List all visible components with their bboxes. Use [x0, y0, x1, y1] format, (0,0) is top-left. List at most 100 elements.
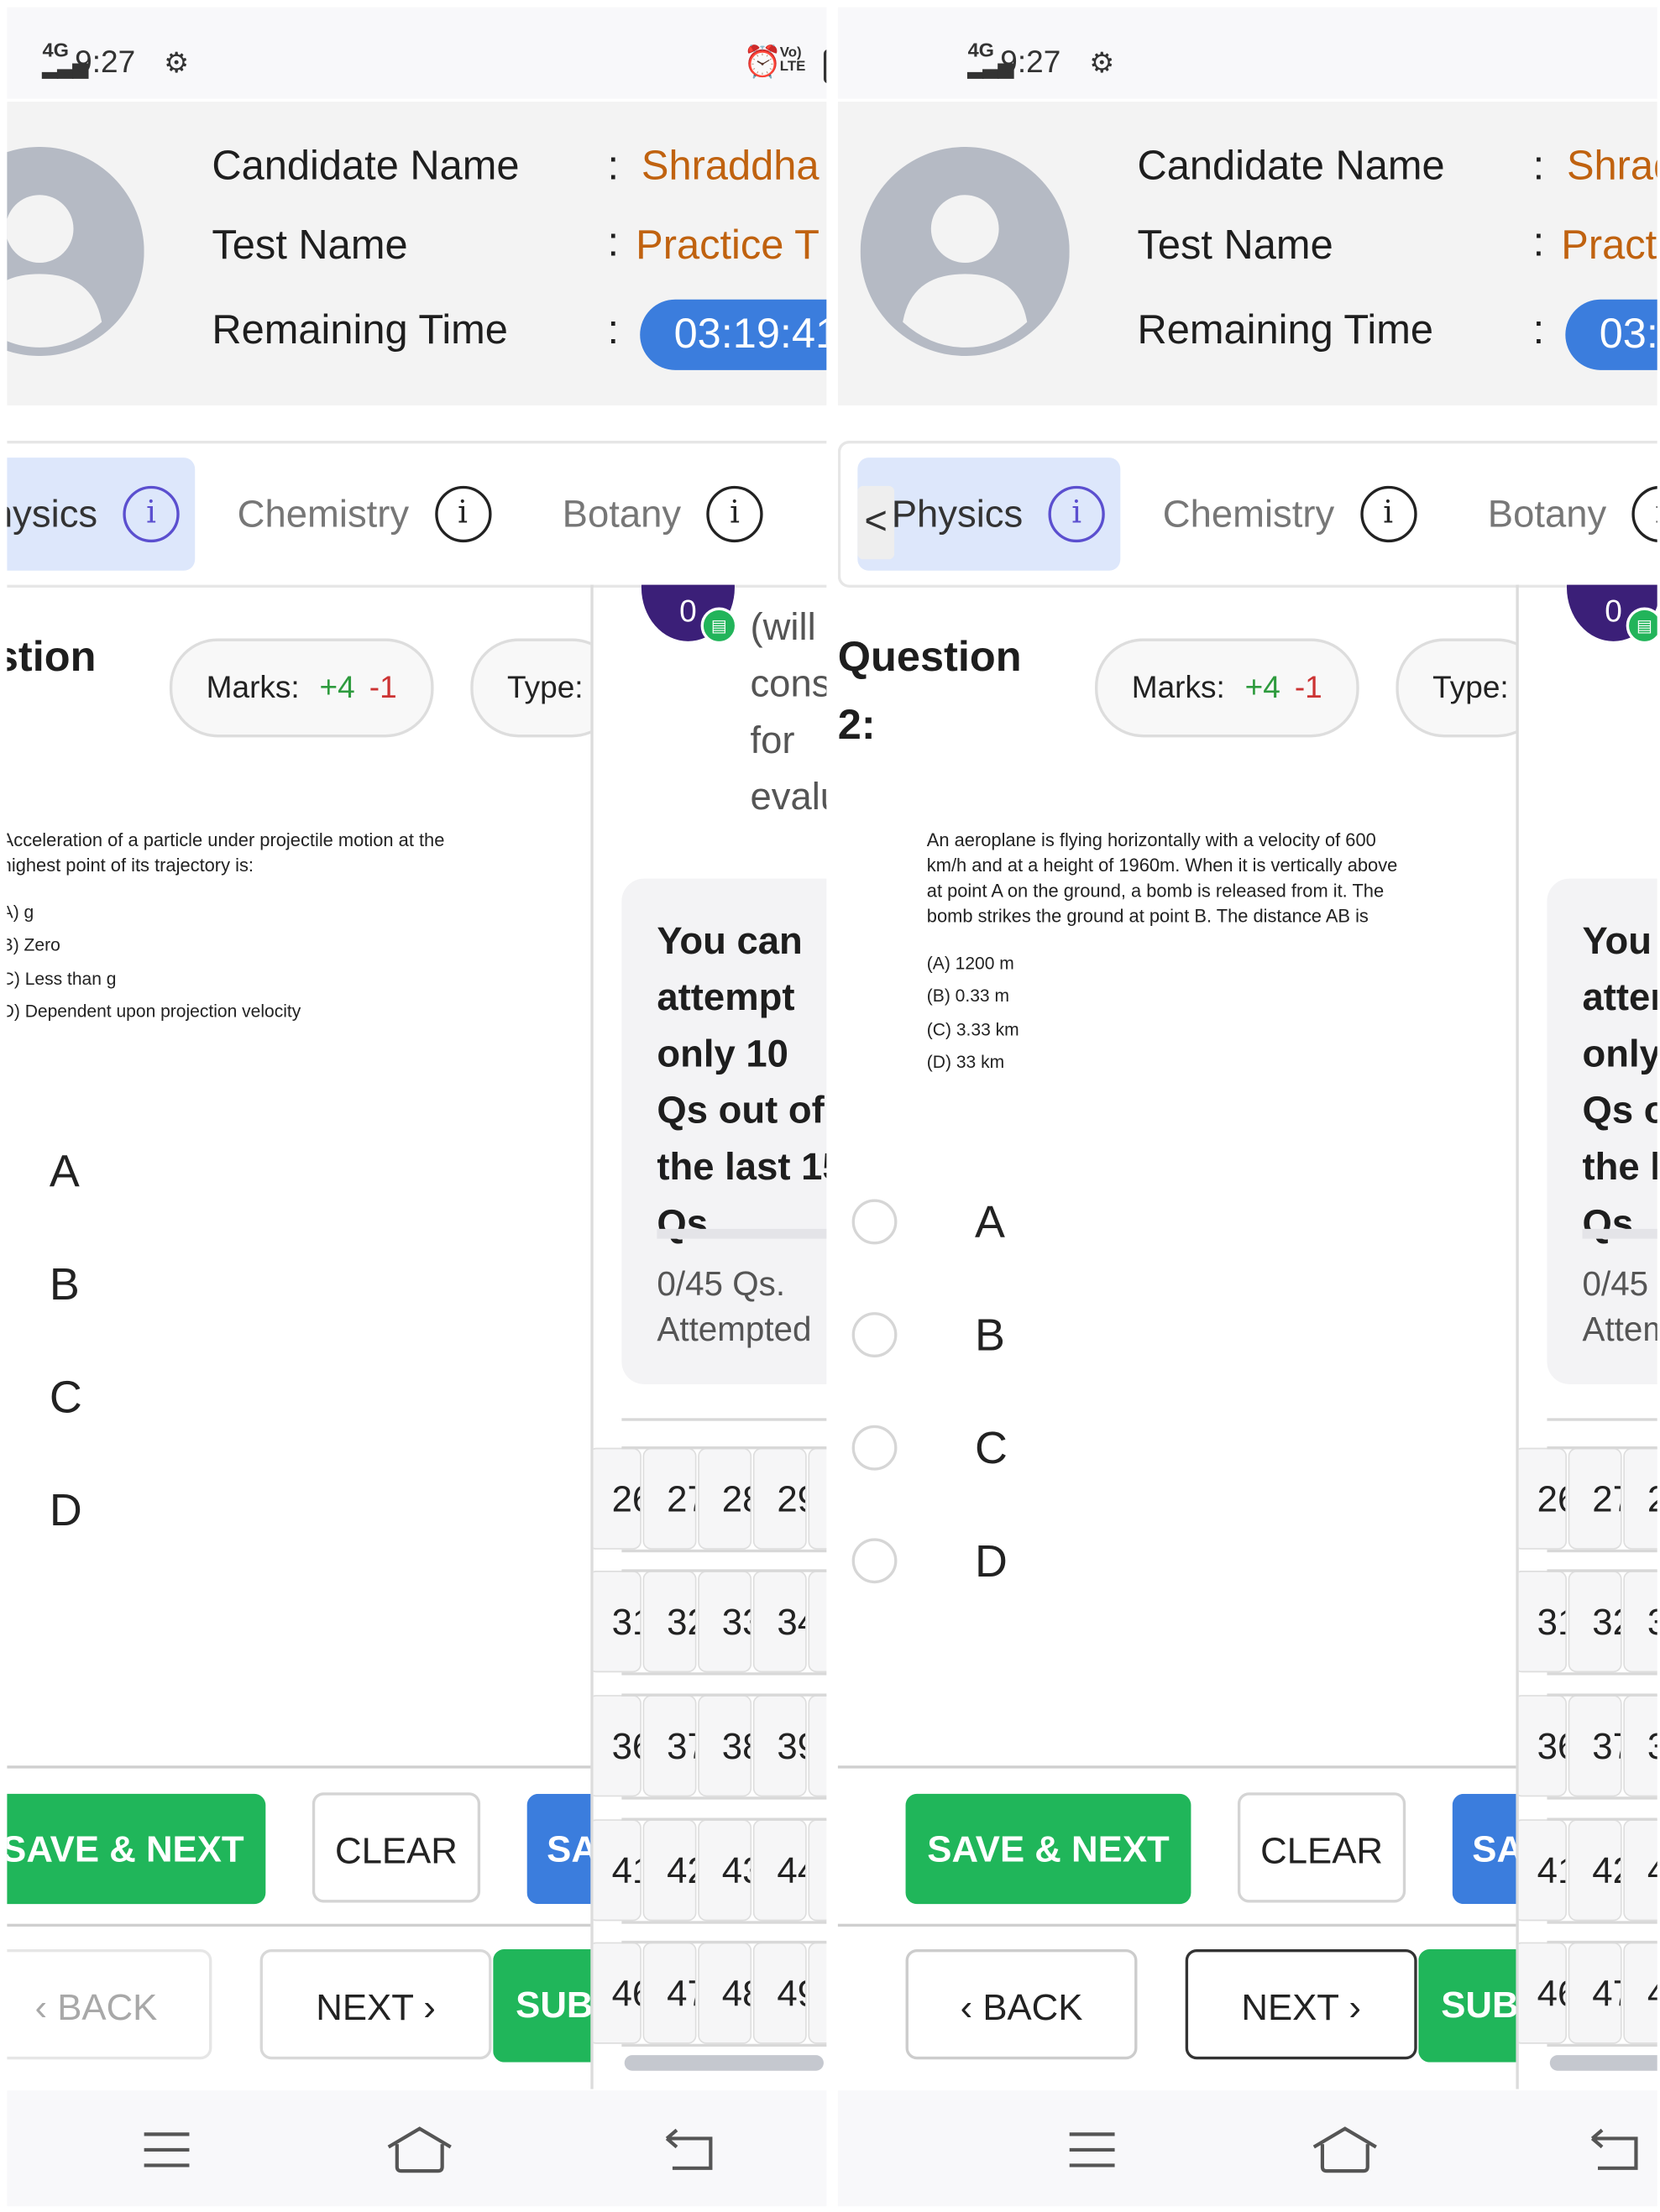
palette-question-button[interactable]: 30 [808, 1447, 827, 1550]
tab-botany[interactable]: Botany i [563, 458, 763, 571]
system-nav-bar [7, 2090, 827, 2207]
palette-question-button[interactable]: 50 [808, 1942, 827, 2044]
answer-option-c[interactable]: C [7, 1340, 481, 1453]
palette-question-button[interactable]: 46 [1518, 1942, 1568, 2044]
palette-question-button[interactable]: 45 [808, 1819, 827, 1922]
palette-question-button[interactable]: 38 [698, 1695, 752, 1797]
palette-question-button[interactable]: 41 [593, 1819, 641, 1922]
back-button[interactable]: ‹ BACK [905, 1948, 1138, 2060]
radio-button[interactable] [851, 1311, 898, 1357]
answer-option-b[interactable]: B [838, 1278, 1407, 1391]
palette-question-button[interactable]: 36 [1518, 1695, 1568, 1797]
radio-button[interactable] [851, 1537, 898, 1583]
test-name-value: Practice T [1561, 222, 1657, 269]
palette-question-button[interactable]: 32 [1568, 1571, 1622, 1673]
palette-question-button[interactable]: 48 [698, 1942, 752, 2044]
palette-scrollbar[interactable] [624, 2055, 824, 2071]
palette-question-button[interactable]: 49 [752, 1942, 807, 2044]
tab-physics[interactable]: Physics i [857, 458, 1121, 571]
palette-question-button[interactable]: 31 [593, 1571, 641, 1673]
tab-chemistry[interactable]: Chemistry i [238, 458, 491, 571]
palette-question-button[interactable]: 41 [1518, 1819, 1568, 1922]
back-label: BACK [57, 1985, 158, 2029]
info-icon[interactable]: i [1048, 485, 1105, 543]
home-icon[interactable] [1310, 2125, 1380, 2176]
info-icon[interactable]: i [123, 485, 180, 543]
answer-option-c[interactable]: C [838, 1391, 1407, 1504]
palette-question-button[interactable]: 29 [752, 1447, 807, 1550]
info-icon[interactable]: i [706, 485, 763, 543]
back-nav-icon[interactable] [1589, 2127, 1641, 2173]
answer-option-a[interactable]: A [838, 1165, 1407, 1279]
palette-question-button[interactable]: 31 [1518, 1571, 1568, 1673]
tab-botany[interactable]: Botany i [1488, 458, 1657, 571]
save-next-button[interactable]: SAVE & NEXT [905, 1793, 1191, 1905]
palette-question-button[interactable]: 33 [1623, 1571, 1657, 1673]
back-nav-icon[interactable] [664, 2127, 715, 2173]
palette-row-divider [621, 1569, 827, 1571]
palette-question-button[interactable]: 33 [698, 1571, 752, 1673]
palette-question-button[interactable]: 48 [1623, 1942, 1657, 2044]
next-button[interactable]: NEXT › [1185, 1948, 1417, 2060]
palette-question-button[interactable]: 37 [642, 1695, 697, 1797]
palette-row-divider [621, 1940, 827, 1943]
palette-question-button[interactable]: 26 [1518, 1447, 1568, 1550]
next-button[interactable]: NEXT › [259, 1948, 492, 2060]
answer-option-b[interactable]: B [7, 1227, 481, 1341]
next-label: NEXT [316, 1985, 414, 2029]
answer-option-a[interactable]: A [7, 1114, 481, 1227]
save-next-button[interactable]: SAVE & NEXT [7, 1793, 266, 1905]
menu-icon[interactable] [143, 2130, 191, 2169]
palette-question-button[interactable]: 47 [1568, 1942, 1622, 2044]
palette-question-button[interactable]: 40 [808, 1695, 827, 1797]
palette-question-button[interactable]: 47 [642, 1942, 697, 2044]
submit-button[interactable]: SUB [1418, 1948, 1516, 2063]
divider [837, 1765, 1516, 1769]
tab-physics[interactable]: Physics i [7, 458, 196, 571]
exam-app: 4G ▂▃▅ 9:27 ⚙ ⏰ Vo) LTE Candidate Name : … [7, 7, 827, 2207]
palette-question-button[interactable]: 28 [698, 1447, 752, 1550]
menu-icon[interactable] [1068, 2130, 1116, 2169]
status-time: 9:27 [1000, 44, 1061, 80]
palette-question-button[interactable]: 37 [1568, 1695, 1622, 1797]
clear-button[interactable]: CLEAR [312, 1792, 481, 1903]
palette-question-button[interactable]: 38 [1623, 1695, 1657, 1797]
chevron-left-icon[interactable]: < [857, 485, 895, 560]
submit-button[interactable]: SUB [493, 1948, 591, 2063]
clear-button[interactable]: CLEAR [1237, 1792, 1406, 1903]
palette-question-button[interactable]: 28 [1623, 1447, 1657, 1550]
remaining-time-label: Remaining Time [1137, 307, 1434, 353]
palette-row-divider [621, 1549, 827, 1552]
palette-question-button[interactable]: 43 [1623, 1819, 1657, 1922]
info-icon[interactable]: i [1359, 485, 1416, 543]
info-icon[interactable]: i [434, 485, 491, 543]
palette-question-button[interactable]: 36 [593, 1695, 641, 1797]
palette-question-button[interactable]: 42 [642, 1819, 697, 1922]
tab-chemistry[interactable]: Chemistry i [1163, 458, 1416, 571]
palette-question-button[interactable]: 35 [808, 1571, 827, 1673]
palette-question-button[interactable]: 26 [593, 1447, 641, 1550]
radio-button[interactable] [851, 1198, 898, 1244]
palette-question-button[interactable]: 27 [1568, 1447, 1622, 1550]
palette-question-button[interactable]: 43 [698, 1819, 752, 1922]
home-icon[interactable] [385, 2125, 455, 2176]
option-letter: C [974, 1421, 1008, 1473]
answer-option-d[interactable]: D [838, 1503, 1407, 1617]
palette-question-button[interactable]: 34 [752, 1571, 807, 1673]
palette-row-divider [621, 1693, 827, 1696]
palette-question-button[interactable]: 42 [1568, 1819, 1622, 1922]
divider [7, 1765, 591, 1769]
palette-question-button[interactable]: 46 [593, 1942, 641, 2044]
save-button[interactable]: SA [526, 1793, 591, 1905]
palette-scrollbar[interactable] [1549, 2055, 1657, 2071]
palette-question-button[interactable]: 44 [752, 1819, 807, 1922]
info-icon[interactable]: i [1631, 485, 1657, 543]
subject-tabs: Physics i Chemistry i Botany i < [837, 440, 1657, 588]
palette-question-button[interactable]: 39 [752, 1695, 807, 1797]
save-button[interactable]: SA [1452, 1793, 1516, 1905]
palette-question-button[interactable]: 27 [642, 1447, 697, 1550]
radio-button[interactable] [851, 1425, 898, 1470]
answer-option-d[interactable]: D [7, 1453, 481, 1566]
palette-question-button[interactable]: 32 [642, 1571, 697, 1673]
back-button[interactable]: ‹ BACK [7, 1948, 212, 2060]
